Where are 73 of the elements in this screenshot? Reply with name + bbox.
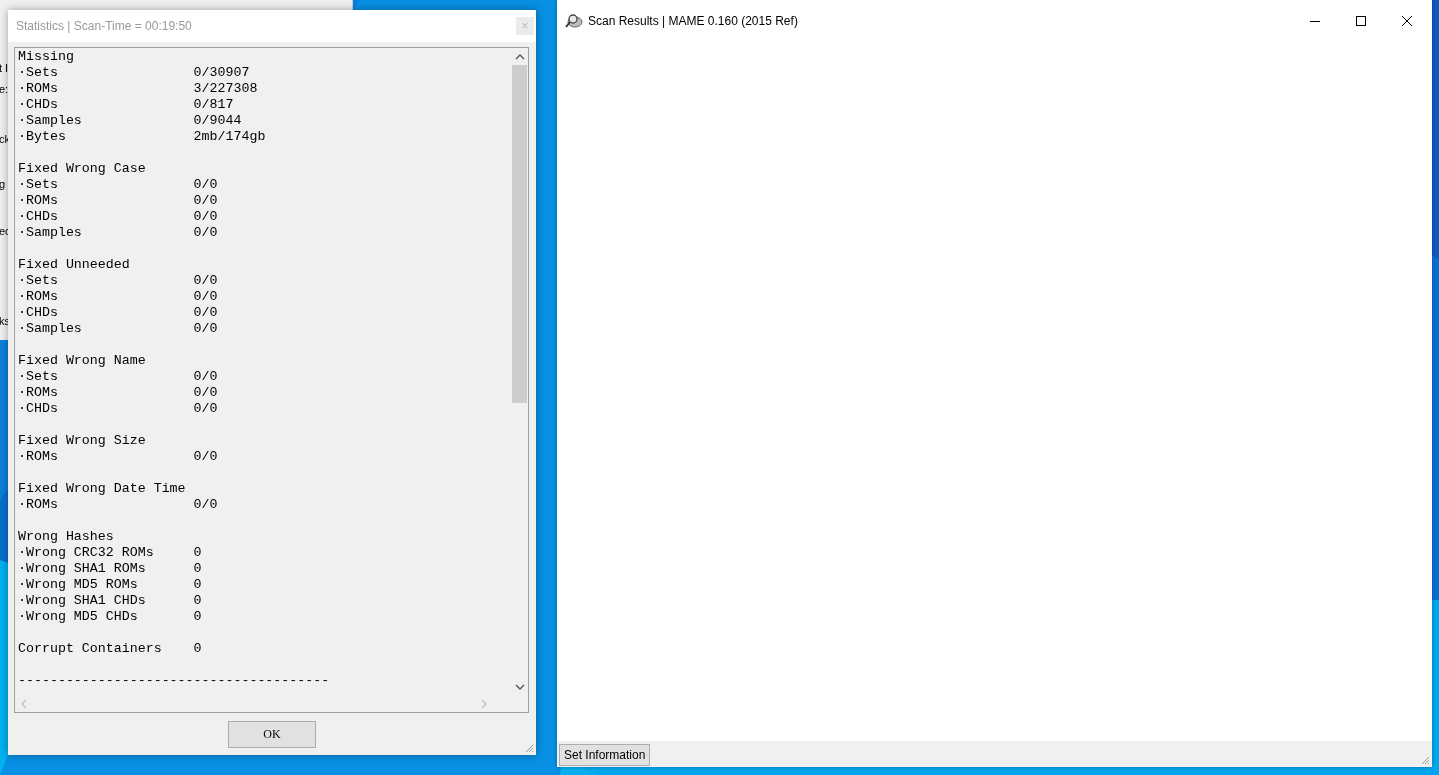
scrollbar-thumb[interactable] [512,65,527,403]
scroll-up-icon[interactable] [514,54,525,60]
stat-label: ·Wrong SHA1 CHDs [18,593,147,609]
stat-value: 0 [193,561,202,577]
stat-label: ·Sets [18,369,59,385]
stat-value: 0/0 [193,193,218,209]
separator-text: --------------------------------------- [18,673,330,689]
section-heading: Fixed Unneeded [18,257,131,273]
stat-value: 0/0 [193,225,218,241]
stat-label: ·CHDs [18,209,59,225]
window-title: Statistics | Scan-Time = 00:19:50 [16,19,192,33]
ok-button[interactable]: OK [228,721,316,748]
window-text: e: [0,83,9,95]
stat-value: 0/30907 [193,65,250,81]
stat-value: 0/0 [193,289,218,305]
stat-label: ·CHDs [18,305,59,321]
section-heading: Fixed Wrong Date Time [18,481,187,497]
stat-value: 0/0 [193,273,218,289]
stat-value: 0/0 [193,209,218,225]
stat-value: 0 [193,641,202,657]
stat-label: ·ROMs [18,193,59,209]
stat-label: ·Sets [18,273,59,289]
stat-label: ·CHDs [18,97,59,113]
scroll-left-icon[interactable] [21,698,27,709]
maximize-icon[interactable] [1355,15,1367,27]
stat-value: 0/0 [193,177,218,193]
stat-value: 0/0 [193,321,218,337]
stat-value: 0 [193,593,202,609]
stat-value: 0 [193,577,202,593]
section-heading: Wrong Hashes [18,529,115,545]
magnifier-disc-icon [565,13,583,29]
stat-label: ·ROMs [18,289,59,305]
stat-value: 0/9044 [193,113,242,129]
stat-value: 0/0 [193,449,218,465]
stat-value: 0 [193,545,202,561]
section-heading: Fixed Wrong Case [18,161,147,177]
stat-value: 0/0 [193,305,218,321]
stat-label: ·ROMs [18,497,59,513]
stat-label: ·Samples [18,225,83,241]
stat-value: 0/817 [193,97,234,113]
resize-grip-icon[interactable] [524,743,534,753]
section-heading: Fixed Wrong Size [18,433,147,449]
section-heading: Fixed Wrong Name [18,353,147,369]
stat-label: ·Wrong SHA1 ROMs [18,561,147,577]
stat-label: ·Wrong MD5 ROMs [18,577,139,593]
stat-label: ·CHDs [18,401,59,417]
stat-label: ·Wrong CRC32 ROMs [18,545,155,561]
window-title: Scan Results | MAME 0.160 (2015 Ref) [588,14,798,28]
stat-label: ·Wrong MD5 CHDs [18,609,139,625]
stat-value: 3/227308 [193,81,258,97]
stat-label: ·ROMs [18,385,59,401]
resize-grip-icon[interactable] [1420,755,1430,765]
stat-label: ·Sets [18,177,59,193]
stat-label: ·Sets [18,65,59,81]
stat-label: ·Samples [18,321,83,337]
stat-label: ·ROMs [18,81,59,97]
stat-label: ·ROMs [18,449,59,465]
section-heading: Missing [18,49,75,65]
stat-value: 0/0 [193,401,218,417]
set-information-button[interactable]: Set Information [559,744,651,766]
stat-value: 0 [193,609,202,625]
scroll-right-icon[interactable] [481,698,487,709]
window-text: g [0,178,6,190]
stat-label: ·Samples [18,113,83,129]
stat-label: ·Bytes [18,129,67,145]
close-icon[interactable] [1401,15,1413,27]
stat-value: 0/0 [193,497,218,513]
stat-value: 0/0 [193,385,218,401]
stat-value: 2mb/174gb [193,129,266,145]
window-text: t I [0,62,9,74]
scroll-down-icon[interactable] [514,684,525,690]
stat-value: 0/0 [193,369,218,385]
section-heading: Corrupt Containers [18,641,163,657]
